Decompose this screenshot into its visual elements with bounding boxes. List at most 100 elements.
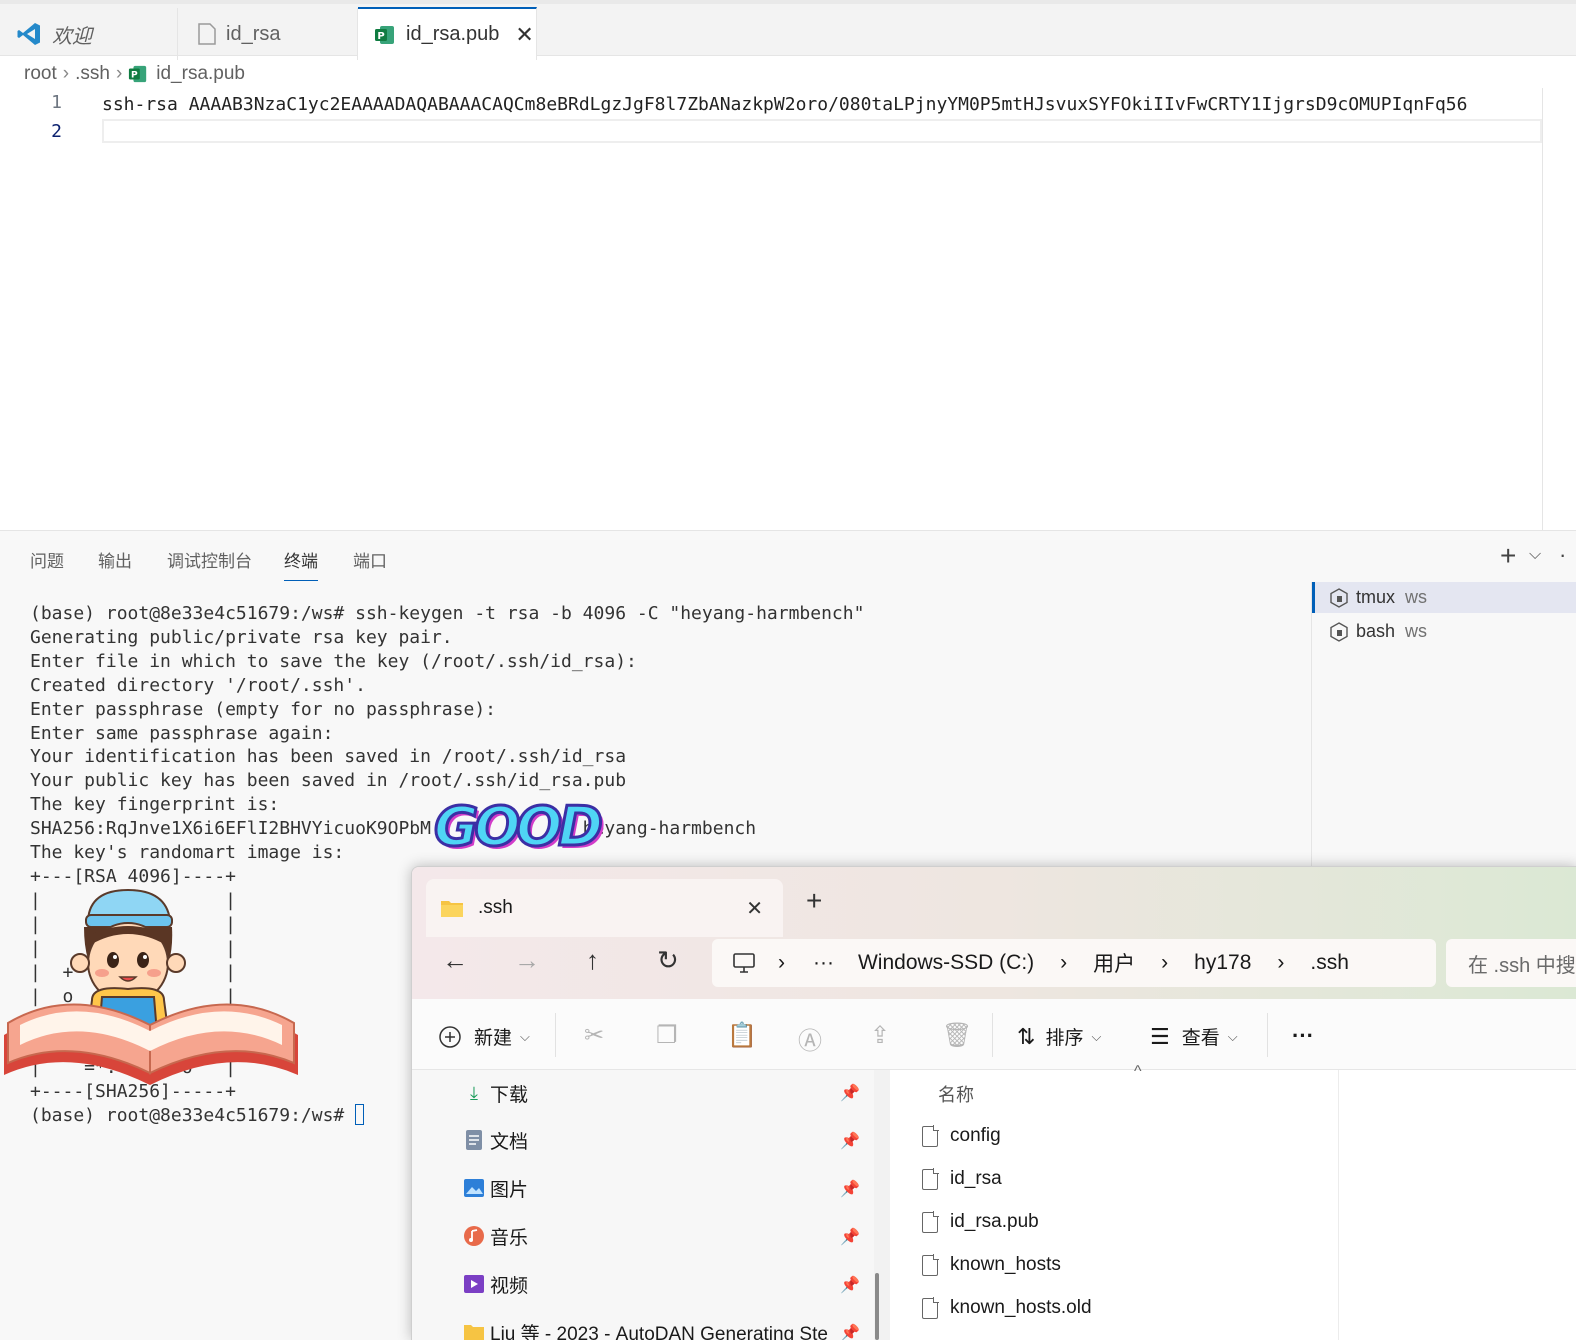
new-button[interactable]: 新建 ⌵ [438, 1023, 530, 1050]
pin-icon[interactable]: 📌 [840, 1323, 860, 1340]
file-name: id_rsa.pub [950, 1211, 1039, 1233]
sidebar-item-downloads[interactable]: ⤓ 下载 [462, 1075, 528, 1111]
pin-icon[interactable]: 📌 [840, 1275, 860, 1295]
chevron-right-icon: › [116, 63, 122, 85]
rename-icon[interactable]: Ⓐ [798, 1021, 822, 1056]
up-arrow-icon[interactable]: ↑ [586, 945, 599, 976]
column-header-name[interactable]: 名称 [938, 1081, 974, 1107]
delete-icon[interactable]: 🗑 [942, 1021, 972, 1050]
tab-terminal[interactable]: 终端 [284, 547, 318, 581]
sidebar-item-music[interactable]: 音乐 [462, 1218, 528, 1254]
breadcrumb: root › .ssh › P id_rsa.pub [24, 60, 245, 88]
back-arrow-icon[interactable]: ← [442, 945, 468, 976]
tab-welcome[interactable]: 欢迎 [0, 8, 178, 60]
view-button[interactable]: ☰ 查看 ⌵ [1150, 1023, 1238, 1050]
terminal-session-bash[interactable]: bash ws [1312, 616, 1576, 647]
file-name: known_hosts [950, 1254, 1061, 1276]
pin-icon[interactable]: 📌 [840, 1083, 860, 1103]
file-name: id_rsa [950, 1168, 1002, 1190]
pin-icon[interactable]: 📌 [840, 1179, 860, 1199]
search-input[interactable]: 在 .ssh 中搜 [1446, 939, 1576, 987]
refresh-icon[interactable]: ↻ [657, 945, 679, 976]
line-number: 1 [22, 92, 62, 113]
file-item-id-rsa[interactable]: id_rsa [922, 1162, 1002, 1196]
new-label: 新建 [474, 1023, 512, 1050]
documents-icon [462, 1128, 486, 1152]
tab-id-rsa[interactable]: id_rsa [178, 8, 358, 60]
view-label: 查看 [1182, 1023, 1220, 1050]
session-cwd: ws [1405, 587, 1427, 608]
more-actions-icon[interactable]: · [1559, 542, 1566, 568]
chevron-down-icon: ⌵ [1228, 1029, 1238, 1045]
tab-ports[interactable]: 端口 [353, 547, 387, 572]
chevron-right-icon: › [778, 951, 785, 975]
copy-icon[interactable]: ❐ [656, 1021, 678, 1050]
file-item-id-rsa-pub[interactable]: id_rsa.pub [922, 1205, 1039, 1239]
computer-icon [732, 952, 756, 974]
sidebar-item-folder[interactable]: Liu 等 - 2023 - AutoDAN Generating Ste [462, 1314, 828, 1340]
address-bar[interactable]: › ··· Windows-SSD (C:) › 用户 › hy178 › .s… [712, 939, 1436, 987]
terminal-line: Your identification has been saved in /r… [30, 746, 626, 767]
address-segment-user[interactable]: hy178 [1194, 951, 1251, 975]
sort-label: 排序 [1045, 1023, 1083, 1050]
file-icon [922, 1126, 938, 1147]
plus-circle-icon [438, 1025, 462, 1049]
sidebar-item-label: 图片 [490, 1175, 528, 1202]
share-icon[interactable]: ⇪ [870, 1021, 890, 1050]
address-segment-ssh[interactable]: .ssh [1310, 951, 1349, 975]
forward-arrow-icon[interactable]: → [514, 945, 540, 976]
pin-icon[interactable]: 📌 [840, 1227, 860, 1247]
chevron-right-icon: › [1277, 951, 1284, 975]
explorer-tab[interactable]: .ssh ✕ [426, 879, 783, 937]
file-icon [922, 1169, 938, 1190]
address-segment-users[interactable]: 用户 [1093, 948, 1135, 978]
file-item-known-hosts-old[interactable]: known_hosts.old [922, 1291, 1092, 1325]
tab-debug-console[interactable]: 调试控制台 [167, 547, 252, 572]
tab-label: 欢迎 [52, 20, 92, 49]
videos-icon [462, 1272, 486, 1296]
close-tab-icon[interactable]: ✕ [515, 22, 533, 48]
paste-icon[interactable]: 📋 [727, 1021, 757, 1050]
divider [555, 1013, 556, 1057]
sidebar-item-pictures[interactable]: 图片 [462, 1170, 528, 1206]
tab-problems[interactable]: 问题 [30, 547, 64, 572]
tab-output[interactable]: 输出 [98, 547, 132, 572]
chevron-right-icon: › [63, 63, 69, 85]
current-line-highlight[interactable] [102, 119, 1542, 143]
new-tab-button[interactable]: + [806, 885, 822, 917]
terminal-line: Enter same passphrase again: [30, 723, 333, 744]
terminal-session-tmux[interactable]: tmux ws [1312, 582, 1576, 613]
divider [1267, 1013, 1268, 1057]
terminal-box-icon [1328, 621, 1350, 643]
terminal-cursor [355, 1104, 364, 1125]
sidebar-item-label: Liu 等 - 2023 - AutoDAN Generating Ste [490, 1319, 828, 1340]
breadcrumb-root[interactable]: root [24, 63, 57, 85]
file-item-config[interactable]: config [922, 1119, 1001, 1153]
column-divider[interactable] [1338, 1070, 1339, 1340]
pin-icon[interactable]: 📌 [840, 1131, 860, 1151]
new-terminal-button[interactable]: + [1500, 540, 1516, 572]
editor-scrollbar[interactable] [1542, 88, 1543, 530]
breadcrumb-file[interactable]: id_rsa.pub [156, 63, 245, 85]
address-segment-drive[interactable]: Windows-SSD (C:) [858, 951, 1034, 975]
terminal-line: (base) root@8e33e4c51679:/ws# ssh-keygen… [30, 603, 864, 624]
pictures-icon [462, 1176, 486, 1200]
music-icon [462, 1224, 486, 1248]
code-line-1[interactable]: ssh-rsa AAAAB3NzaC1yc2EAAAADAQABAAACAQCm… [102, 92, 1542, 118]
address-overflow-icon[interactable]: ··· [813, 951, 834, 975]
close-tab-icon[interactable]: ✕ [746, 896, 763, 921]
file-icon [922, 1255, 938, 1276]
breadcrumb-ssh[interactable]: .ssh [75, 63, 110, 85]
file-item-known-hosts[interactable]: known_hosts [922, 1248, 1061, 1282]
tab-id-rsa-pub[interactable]: P id_rsa.pub ✕ [358, 7, 537, 60]
sort-button[interactable]: ⇅ 排序 ⌵ [1017, 1023, 1101, 1050]
sidebar-item-documents[interactable]: 文档 [462, 1122, 528, 1158]
chevron-down-icon[interactable]: ⌵ [1529, 546, 1541, 564]
sidebar-scrollbar-thumb[interactable] [875, 1273, 879, 1340]
terminal-line: Generating public/private rsa key pair. [30, 627, 453, 648]
sidebar-item-videos[interactable]: 视频 [462, 1266, 528, 1302]
file-name: known_hosts.old [950, 1297, 1092, 1319]
line-number: 2 [22, 121, 62, 142]
more-options-icon[interactable]: ··· [1292, 1023, 1314, 1049]
cut-icon[interactable]: ✂ [584, 1021, 604, 1050]
